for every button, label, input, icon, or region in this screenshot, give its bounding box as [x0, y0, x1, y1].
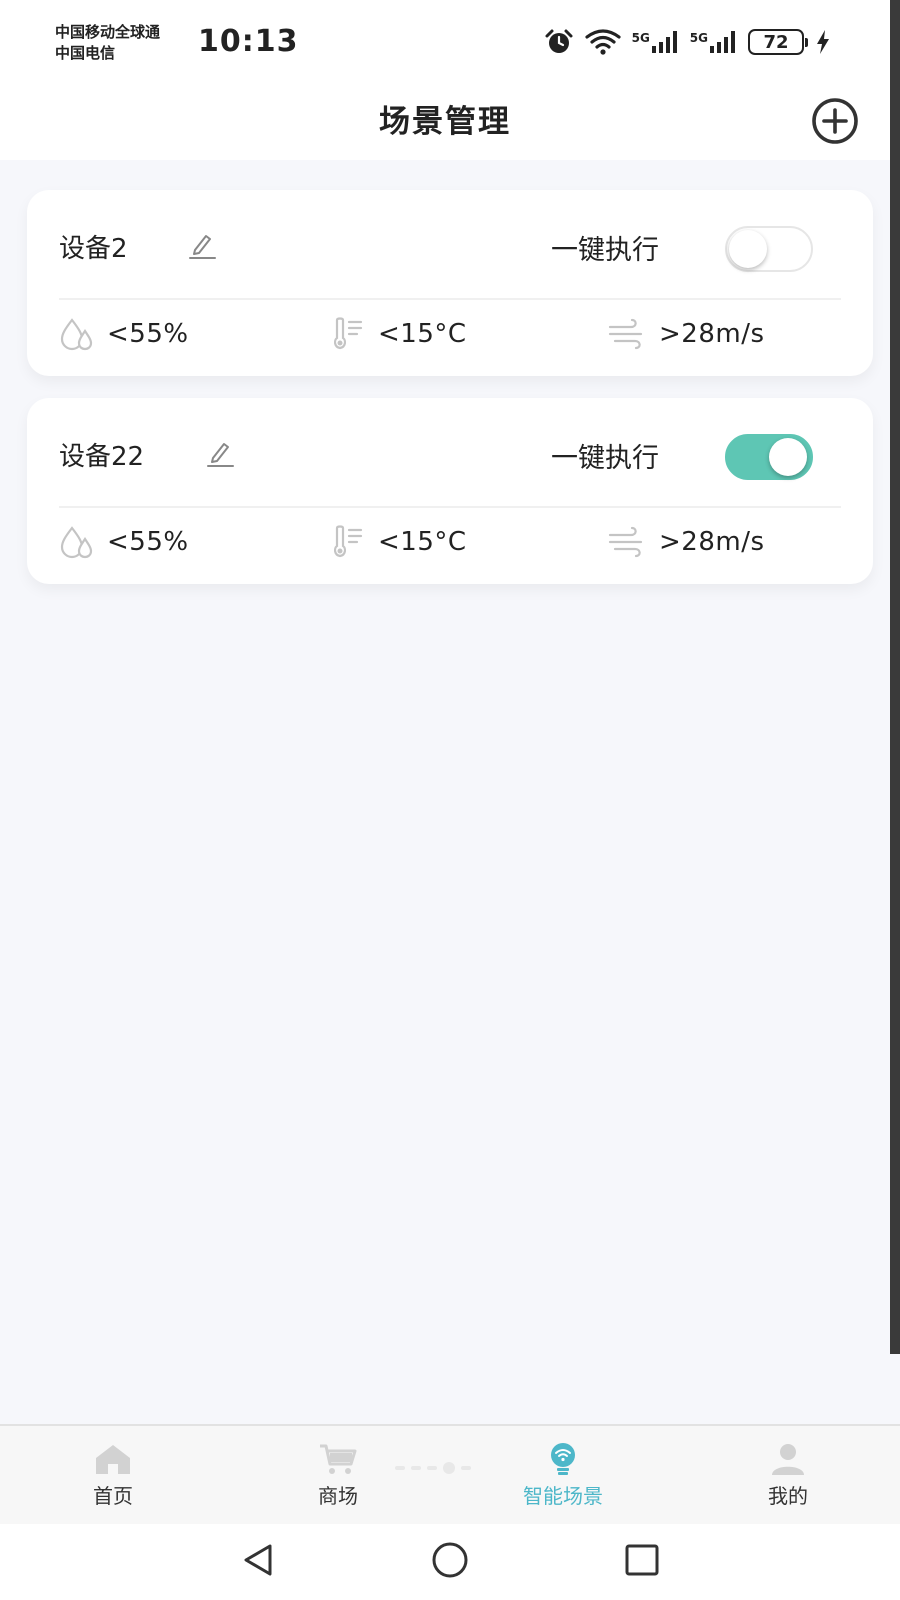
- nav-item-home[interactable]: 首页: [53, 1442, 173, 1509]
- card-divider: [59, 506, 841, 508]
- system-nav-bar: [0, 1524, 900, 1600]
- status-icons: 5G 5G 72: [544, 28, 830, 56]
- battery-level: 72: [763, 31, 789, 53]
- toggle-knob: [769, 438, 807, 476]
- home-circle-icon[interactable]: [430, 1542, 470, 1578]
- nav-label: 首页: [93, 1484, 133, 1508]
- home-icon: [96, 1445, 130, 1474]
- humidity-condition: <55%: [59, 522, 189, 562]
- nav-label: 商场: [318, 1484, 358, 1508]
- thermometer-icon: [333, 317, 363, 350]
- battery-indicator: 72: [748, 29, 808, 55]
- page-title: 场景管理: [379, 104, 511, 140]
- wind-icon: [608, 526, 643, 558]
- execute-toggle[interactable]: [725, 226, 813, 272]
- wind-icon: [608, 318, 643, 350]
- scene-name: 设备2: [59, 234, 128, 264]
- temperature-condition: <15°C: [330, 522, 467, 562]
- screen-edge: [890, 0, 900, 1354]
- pencil-icon[interactable]: [187, 230, 217, 260]
- page-dots: [395, 1462, 471, 1474]
- signal-1-label: 5G: [631, 31, 650, 45]
- pencil-icon[interactable]: [205, 438, 235, 468]
- dot: [427, 1466, 437, 1470]
- scene-card-header: 设备22 一键执行: [27, 398, 873, 506]
- back-icon[interactable]: [240, 1542, 276, 1578]
- humidity-value: <55%: [107, 527, 189, 557]
- signal-bars-icon: [710, 31, 735, 53]
- bulb-wifi-icon: [551, 1443, 575, 1475]
- dot: [461, 1466, 471, 1470]
- cart-icon: [320, 1444, 357, 1474]
- title-bar: 场景管理: [0, 82, 890, 160]
- wifi-icon: [584, 29, 621, 55]
- execute-label: 一键执行: [551, 443, 659, 474]
- humidity-condition: <55%: [59, 314, 189, 354]
- status-time: 10:13: [198, 24, 299, 59]
- scene-card[interactable]: 设备2 一键执行 <55% <15°C >28m/s: [27, 190, 873, 376]
- signal-2-label: 5G: [689, 31, 708, 45]
- humidity-value: <55%: [107, 319, 189, 349]
- carrier-info: 中国移动全球通 中国电信: [55, 22, 160, 64]
- status-bar: 中国移动全球通 中国电信 10:13 5G 5G 72: [0, 0, 890, 82]
- carrier-line-1: 中国移动全球通: [55, 23, 161, 41]
- thermometer-icon: [333, 525, 363, 558]
- humidity-icon: [60, 318, 93, 351]
- dot: [411, 1466, 421, 1470]
- recent-apps-icon[interactable]: [624, 1542, 660, 1578]
- scene-card[interactable]: 设备22 一键执行 <55% <15°C >28m/s: [27, 398, 873, 584]
- nav-label: 我的: [768, 1484, 808, 1508]
- temperature-condition: <15°C: [330, 314, 467, 354]
- nav-item-smart-scene[interactable]: 智能场景: [503, 1442, 623, 1509]
- charging-icon: [817, 30, 829, 54]
- temperature-value: <15°C: [378, 527, 467, 557]
- cellular-signal-2: 5G: [690, 31, 738, 53]
- execute-toggle[interactable]: [725, 434, 813, 480]
- wind-condition: >28m/s: [607, 314, 765, 354]
- plus-circle-icon[interactable]: [810, 96, 860, 146]
- scene-name: 设备22: [59, 442, 145, 472]
- execute-label: 一键执行: [551, 235, 659, 266]
- carrier-line-2: 中国电信: [55, 44, 116, 62]
- user-icon: [772, 1444, 804, 1475]
- signal-bars-icon: [651, 31, 677, 53]
- wind-condition: >28m/s: [607, 522, 765, 562]
- scene-card-header: 设备2 一键执行: [27, 190, 873, 298]
- nav-item-mall[interactable]: 商场: [278, 1442, 398, 1509]
- wind-value: >28m/s: [659, 319, 765, 349]
- dot: [443, 1462, 455, 1474]
- cellular-signal-1: 5G: [632, 31, 680, 53]
- humidity-icon: [60, 526, 93, 559]
- wind-value: >28m/s: [659, 527, 765, 557]
- temperature-value: <15°C: [378, 319, 467, 349]
- alarm-icon: [545, 29, 573, 53]
- nav-item-mine[interactable]: 我的: [728, 1442, 848, 1509]
- card-divider: [59, 298, 841, 300]
- nav-label: 智能场景: [523, 1484, 603, 1508]
- bottom-nav: 首页 商场 智能场景 我的: [0, 1424, 900, 1524]
- toggle-knob: [729, 230, 767, 268]
